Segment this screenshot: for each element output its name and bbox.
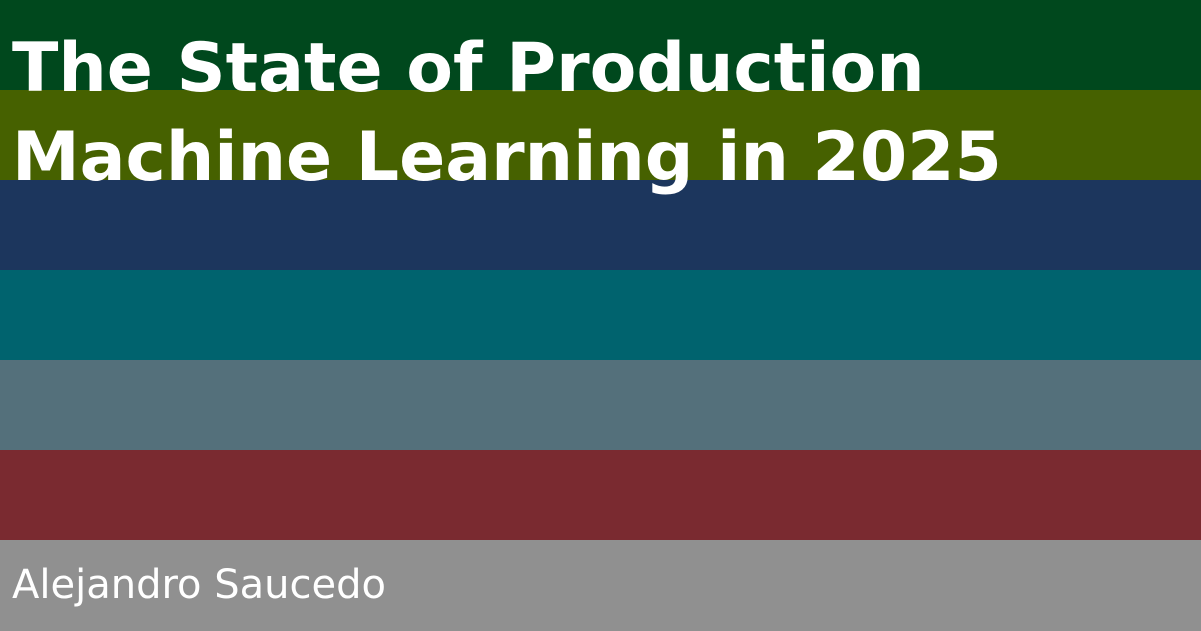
author-name: Alejandro Saucedo <box>12 562 386 608</box>
color-band-5 <box>0 360 1201 450</box>
title-card: The State of Production Machine Learning… <box>0 0 1201 631</box>
color-band-6 <box>0 450 1201 540</box>
title-line-2: Machine Learning in 2025 <box>12 118 1002 197</box>
color-band-4 <box>0 270 1201 360</box>
page-title: The State of Production Machine Learning… <box>12 24 1002 202</box>
title-line-1: The State of Production <box>12 29 925 108</box>
